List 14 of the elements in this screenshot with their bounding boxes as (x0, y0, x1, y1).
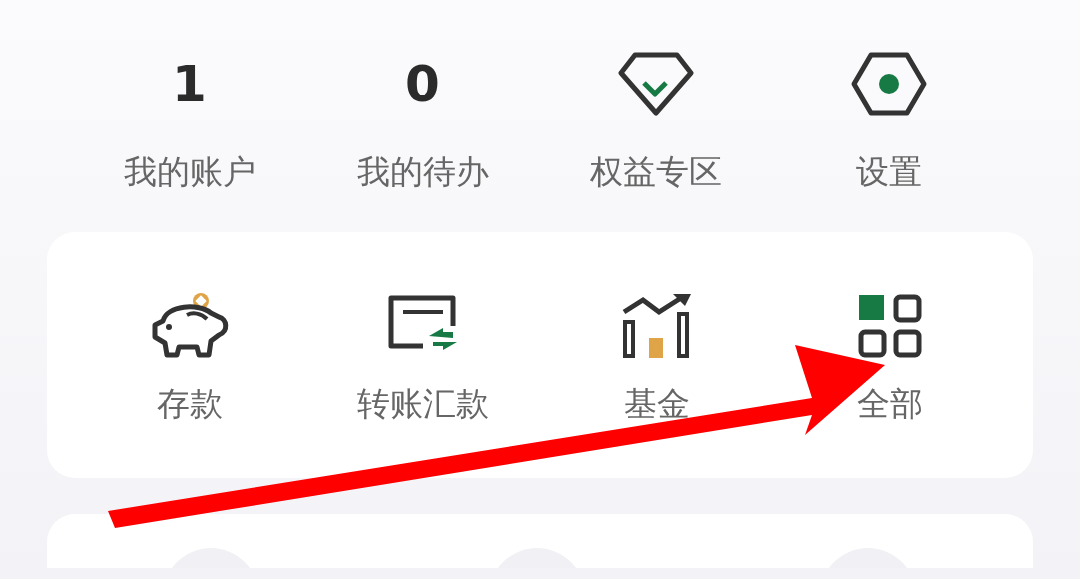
grid-icon[interactable] (857, 293, 924, 359)
diamond-icon[interactable] (617, 51, 694, 117)
service-label[interactable]: 转账汇款 (357, 384, 490, 424)
menu-label[interactable]: 我的待办 (356, 152, 489, 192)
menu-label[interactable]: 权益专区 (589, 152, 722, 192)
service-label[interactable]: 存款 (156, 384, 223, 424)
chart-icon[interactable] (620, 292, 693, 360)
service-label[interactable]: 基金 (623, 384, 690, 424)
menu-label[interactable]: 设置 (855, 152, 922, 192)
count[interactable]: 1 (172, 32, 207, 136)
count[interactable]: 0 (405, 32, 440, 136)
menu-label[interactable]: 我的账户 (123, 152, 256, 192)
service-label[interactable]: 全部 (857, 384, 924, 424)
settings-icon[interactable] (850, 51, 927, 117)
